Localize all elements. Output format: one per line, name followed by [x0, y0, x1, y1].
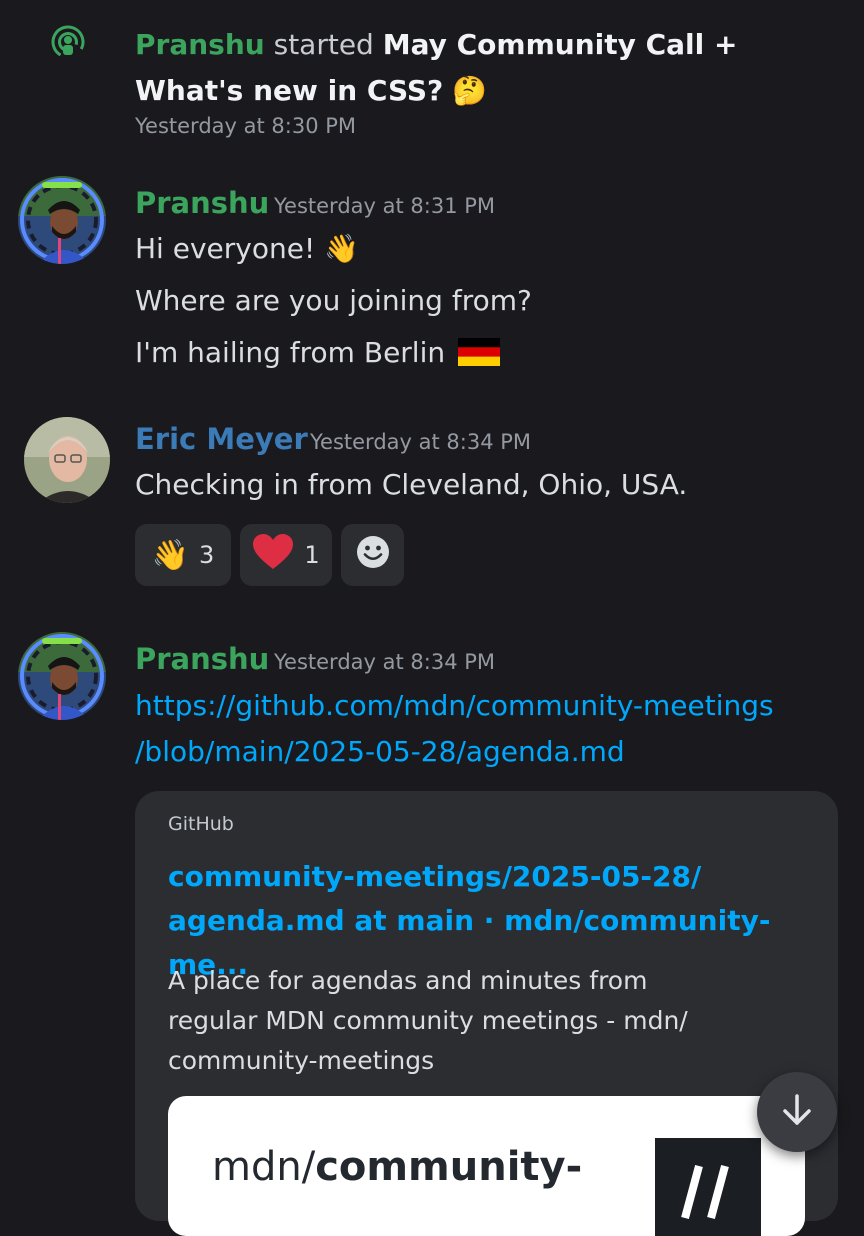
message-line: Where are you joining from? — [135, 284, 532, 317]
embed-preview-image[interactable]: mdn/community- — [168, 1096, 805, 1236]
reaction-count: 1 — [304, 541, 320, 569]
message-line: Hi everyone! 👋 — [135, 232, 359, 265]
author-eric-meyer[interactable]: Eric Meyer — [135, 422, 308, 456]
stage-channel-icon — [50, 24, 86, 60]
thinking-emoji: 🤔 — [452, 74, 488, 107]
timestamp: Yesterday at 8:30 PM — [135, 114, 357, 138]
repo-owner-avatar — [655, 1138, 761, 1236]
avatar-eric-meyer[interactable] — [24, 417, 110, 503]
actor-name[interactable]: Pranshu — [135, 28, 265, 61]
arrow-down-icon — [779, 1092, 815, 1132]
message-timestamp: Yesterday at 8:31 PM — [274, 194, 496, 218]
waving-hand-emoji: 👋 — [324, 232, 359, 265]
jump-to-present-button[interactable] — [757, 1072, 837, 1152]
message-text: Checking in from Cleveland, Ohio, USA. — [135, 468, 688, 501]
reaction-count: 3 — [199, 541, 215, 569]
message-timestamp: Yesterday at 8:34 PM — [310, 430, 532, 454]
avatar-pranshu[interactable] — [18, 176, 106, 264]
message-line: I'm hailing from Berlin — [135, 336, 501, 369]
smiley-icon — [356, 535, 390, 575]
heart-icon — [252, 533, 294, 577]
stage-started-message: Pranshu started May Community Call + Wha… — [135, 22, 835, 114]
embed-description: A place for agendas and minutes from reg… — [168, 966, 688, 1075]
avatar-pranshu[interactable] — [18, 632, 106, 720]
action-text: started — [273, 28, 374, 61]
author-pranshu[interactable]: Pranshu — [135, 642, 269, 676]
add-reaction-button[interactable] — [341, 524, 404, 586]
germany-flag-emoji — [458, 338, 501, 366]
link-embed: GitHub community-meetings/2025-05-28/ ag… — [135, 791, 838, 1236]
waving-hand-emoji: 👋 — [151, 537, 190, 573]
embed-provider[interactable]: GitHub — [168, 813, 234, 835]
message-link[interactable]: https://github.com/mdn/community-meeting… — [135, 683, 774, 775]
preview-repo-title: mdn/community- — [212, 1144, 583, 1190]
reaction-heart[interactable]: 1 — [240, 524, 332, 586]
message-timestamp: Yesterday at 8:34 PM — [274, 650, 496, 674]
reaction-wave[interactable]: 👋 3 — [135, 524, 231, 586]
author-pranshu[interactable]: Pranshu — [135, 186, 269, 220]
